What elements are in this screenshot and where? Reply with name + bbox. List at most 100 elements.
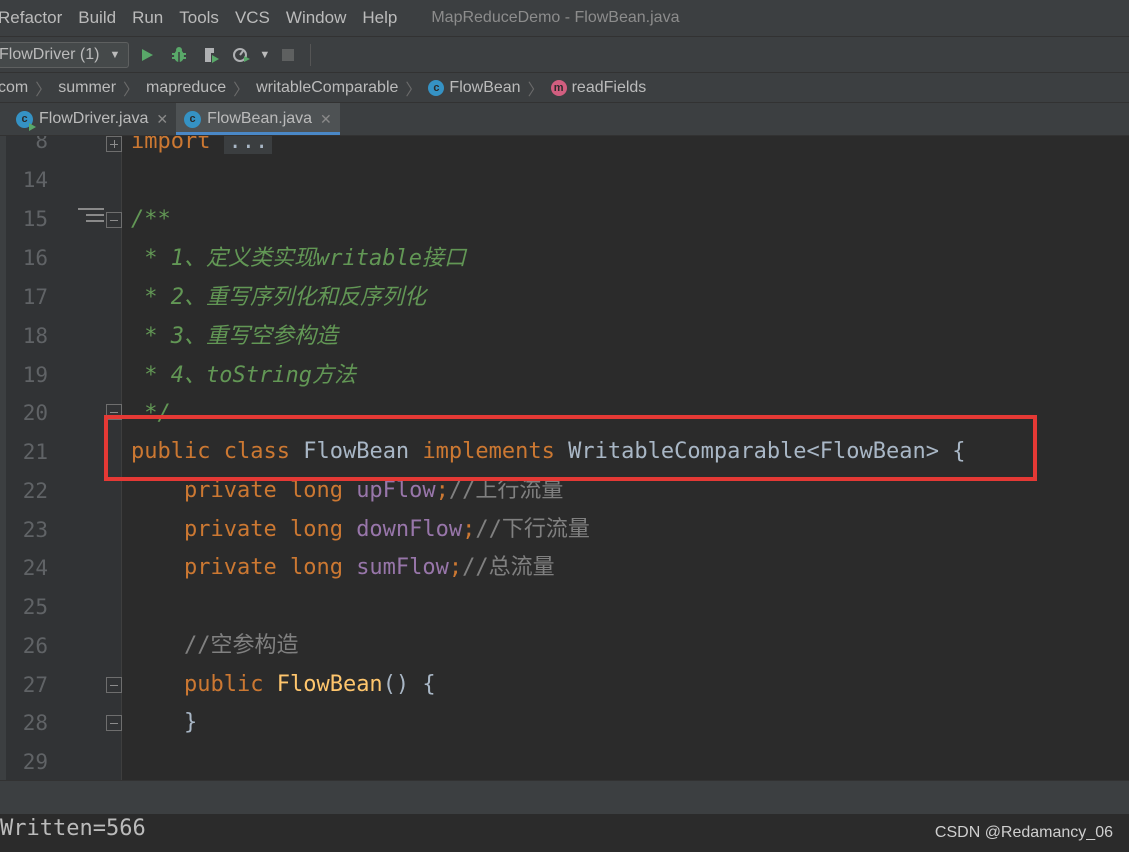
method-name: FlowBean	[276, 672, 383, 697]
run-configuration-select[interactable]: FlowDriver (1) ▼	[0, 41, 130, 68]
coverage-button[interactable]	[197, 41, 225, 69]
fold-collapse-icon[interactable]	[106, 715, 122, 731]
java-class-icon: c	[184, 110, 202, 128]
chevron-down-icon: ▼	[109, 48, 121, 61]
fold-expand-icon[interactable]	[106, 136, 122, 152]
tab-label: FlowDriver.java	[39, 110, 149, 127]
editor-tabs: c FlowDriver.java ✕ c FlowBean.java ✕	[0, 102, 1129, 136]
menu-run[interactable]: Run	[132, 8, 163, 28]
chevron-right-icon: 〉	[405, 81, 422, 99]
breadcrumb-method[interactable]: m readFields	[550, 79, 646, 97]
highlight-annotation	[104, 415, 1037, 481]
line-number: 21	[22, 440, 48, 464]
run-icon	[142, 48, 154, 61]
watermark: CSDN @Redamancy_06	[934, 824, 1113, 841]
menu-build[interactable]: Build	[78, 8, 116, 28]
breadcrumb-item[interactable]: summer	[58, 79, 116, 97]
coverage-icon	[205, 47, 220, 63]
menu-refactor[interactable]: Refactor	[0, 8, 62, 28]
folded-imports[interactable]: ...	[224, 136, 273, 154]
breadcrumb-item[interactable]: writableComparable	[256, 79, 398, 97]
code-line-17: * 2、重写序列化和反序列化	[131, 285, 426, 310]
menu-bar: Refactor Build Run Tools VCS Window Help…	[0, 0, 1129, 36]
run-button[interactable]	[133, 41, 161, 69]
tab-flowbean[interactable]: c FlowBean.java ✕	[176, 103, 340, 135]
chevron-right-icon: 〉	[35, 81, 52, 99]
keyword: private	[183, 517, 277, 542]
chevron-right-icon: 〉	[123, 81, 140, 99]
code-punctuation: () {	[382, 672, 436, 697]
code-line-28: }	[131, 708, 197, 738]
fold-collapse-icon[interactable]	[106, 212, 122, 228]
tab-flowdriver[interactable]: c FlowDriver.java ✕	[8, 103, 176, 135]
tool-window-strip	[0, 103, 8, 135]
chevron-right-icon: 〉	[233, 81, 250, 99]
line-number: 28	[22, 711, 48, 735]
line-number: 26	[22, 634, 48, 658]
stop-button[interactable]	[274, 41, 302, 69]
line-comment: //空参构造	[183, 633, 299, 658]
line-comment: //下行流量	[475, 517, 590, 542]
profile-button[interactable]	[229, 41, 257, 69]
breadcrumb-item[interactable]: mapreduce	[146, 79, 226, 97]
menu-tools[interactable]: Tools	[179, 8, 219, 28]
line-number: 29	[22, 750, 48, 774]
code-line-19: * 4、toString方法	[131, 363, 356, 388]
menu-window[interactable]: Window	[286, 8, 346, 28]
console-line: Written=566	[0, 816, 146, 841]
line-number: 25	[22, 595, 48, 619]
close-icon[interactable]: ✕	[320, 111, 332, 128]
line-number: 24	[22, 556, 48, 580]
stop-icon	[282, 48, 295, 61]
run-configuration-label: FlowDriver (1)	[0, 45, 100, 63]
semicolon: ;	[448, 555, 463, 580]
keyword: private	[183, 555, 277, 580]
keyword: long	[289, 517, 343, 542]
line-number: 22	[22, 479, 48, 503]
code-punctuation: }	[183, 710, 198, 735]
keyword: private	[183, 478, 277, 503]
render-doc-icon[interactable]	[78, 208, 104, 228]
chevron-down-icon[interactable]: ▼	[259, 49, 270, 61]
profile-icon	[233, 47, 251, 62]
menu-vcs[interactable]: VCS	[235, 8, 270, 28]
line-number: 17	[22, 285, 48, 309]
debug-icon	[172, 46, 187, 62]
line-number: 8	[35, 136, 48, 153]
code-line-8: import...	[131, 136, 273, 157]
tab-label: FlowBean.java	[207, 110, 313, 127]
field-name: upFlow	[356, 478, 436, 503]
code-editor[interactable]: 8 14 15 16 17 18 19 20 21 22 23 24 25 26…	[0, 136, 1129, 780]
chevron-right-icon: 〉	[527, 81, 544, 99]
field-name: downFlow	[356, 517, 463, 542]
toolbar: FlowDriver (1) ▼ ▼	[0, 36, 1129, 72]
keyword: long	[289, 555, 343, 580]
code-line-18: * 3、重写空参构造	[131, 324, 338, 349]
debug-button[interactable]	[165, 41, 193, 69]
fold-collapse-icon[interactable]	[106, 677, 122, 693]
code-line-23: private long downFlow;//下行流量	[131, 515, 590, 545]
code-line-24: private long sumFlow;//总流量	[131, 553, 555, 583]
field-name: sumFlow	[356, 555, 449, 580]
console-output: Written=566 CSDN @Redamancy_06	[0, 814, 1129, 852]
line-number: 20	[22, 401, 48, 425]
method-icon: m	[550, 79, 567, 96]
code-line-15: /**	[131, 207, 171, 232]
breadcrumb-item[interactable]: com	[0, 79, 28, 97]
menu-help[interactable]: Help	[362, 8, 397, 28]
breadcrumb-class[interactable]: c FlowBean	[428, 78, 521, 97]
close-icon[interactable]: ✕	[156, 111, 168, 128]
line-number: 14	[22, 168, 48, 192]
semicolon: ;	[435, 478, 449, 503]
line-number: 18	[22, 324, 48, 348]
window-title: MapReduceDemo - FlowBean.java	[431, 9, 680, 26]
code-line-16: * 1、定义类实现writable接口	[131, 246, 466, 271]
line-number: 19	[22, 363, 48, 387]
panel-divider[interactable]	[0, 780, 1129, 814]
toolbar-divider	[310, 43, 312, 66]
line-number: 16	[22, 246, 48, 270]
line-comment: //总流量	[462, 555, 555, 580]
code-line-26: //空参构造	[131, 631, 299, 661]
breadcrumb: com 〉 summer 〉 mapreduce 〉 writableCompa…	[0, 72, 1129, 102]
breadcrumb-class-label: FlowBean	[449, 78, 521, 96]
